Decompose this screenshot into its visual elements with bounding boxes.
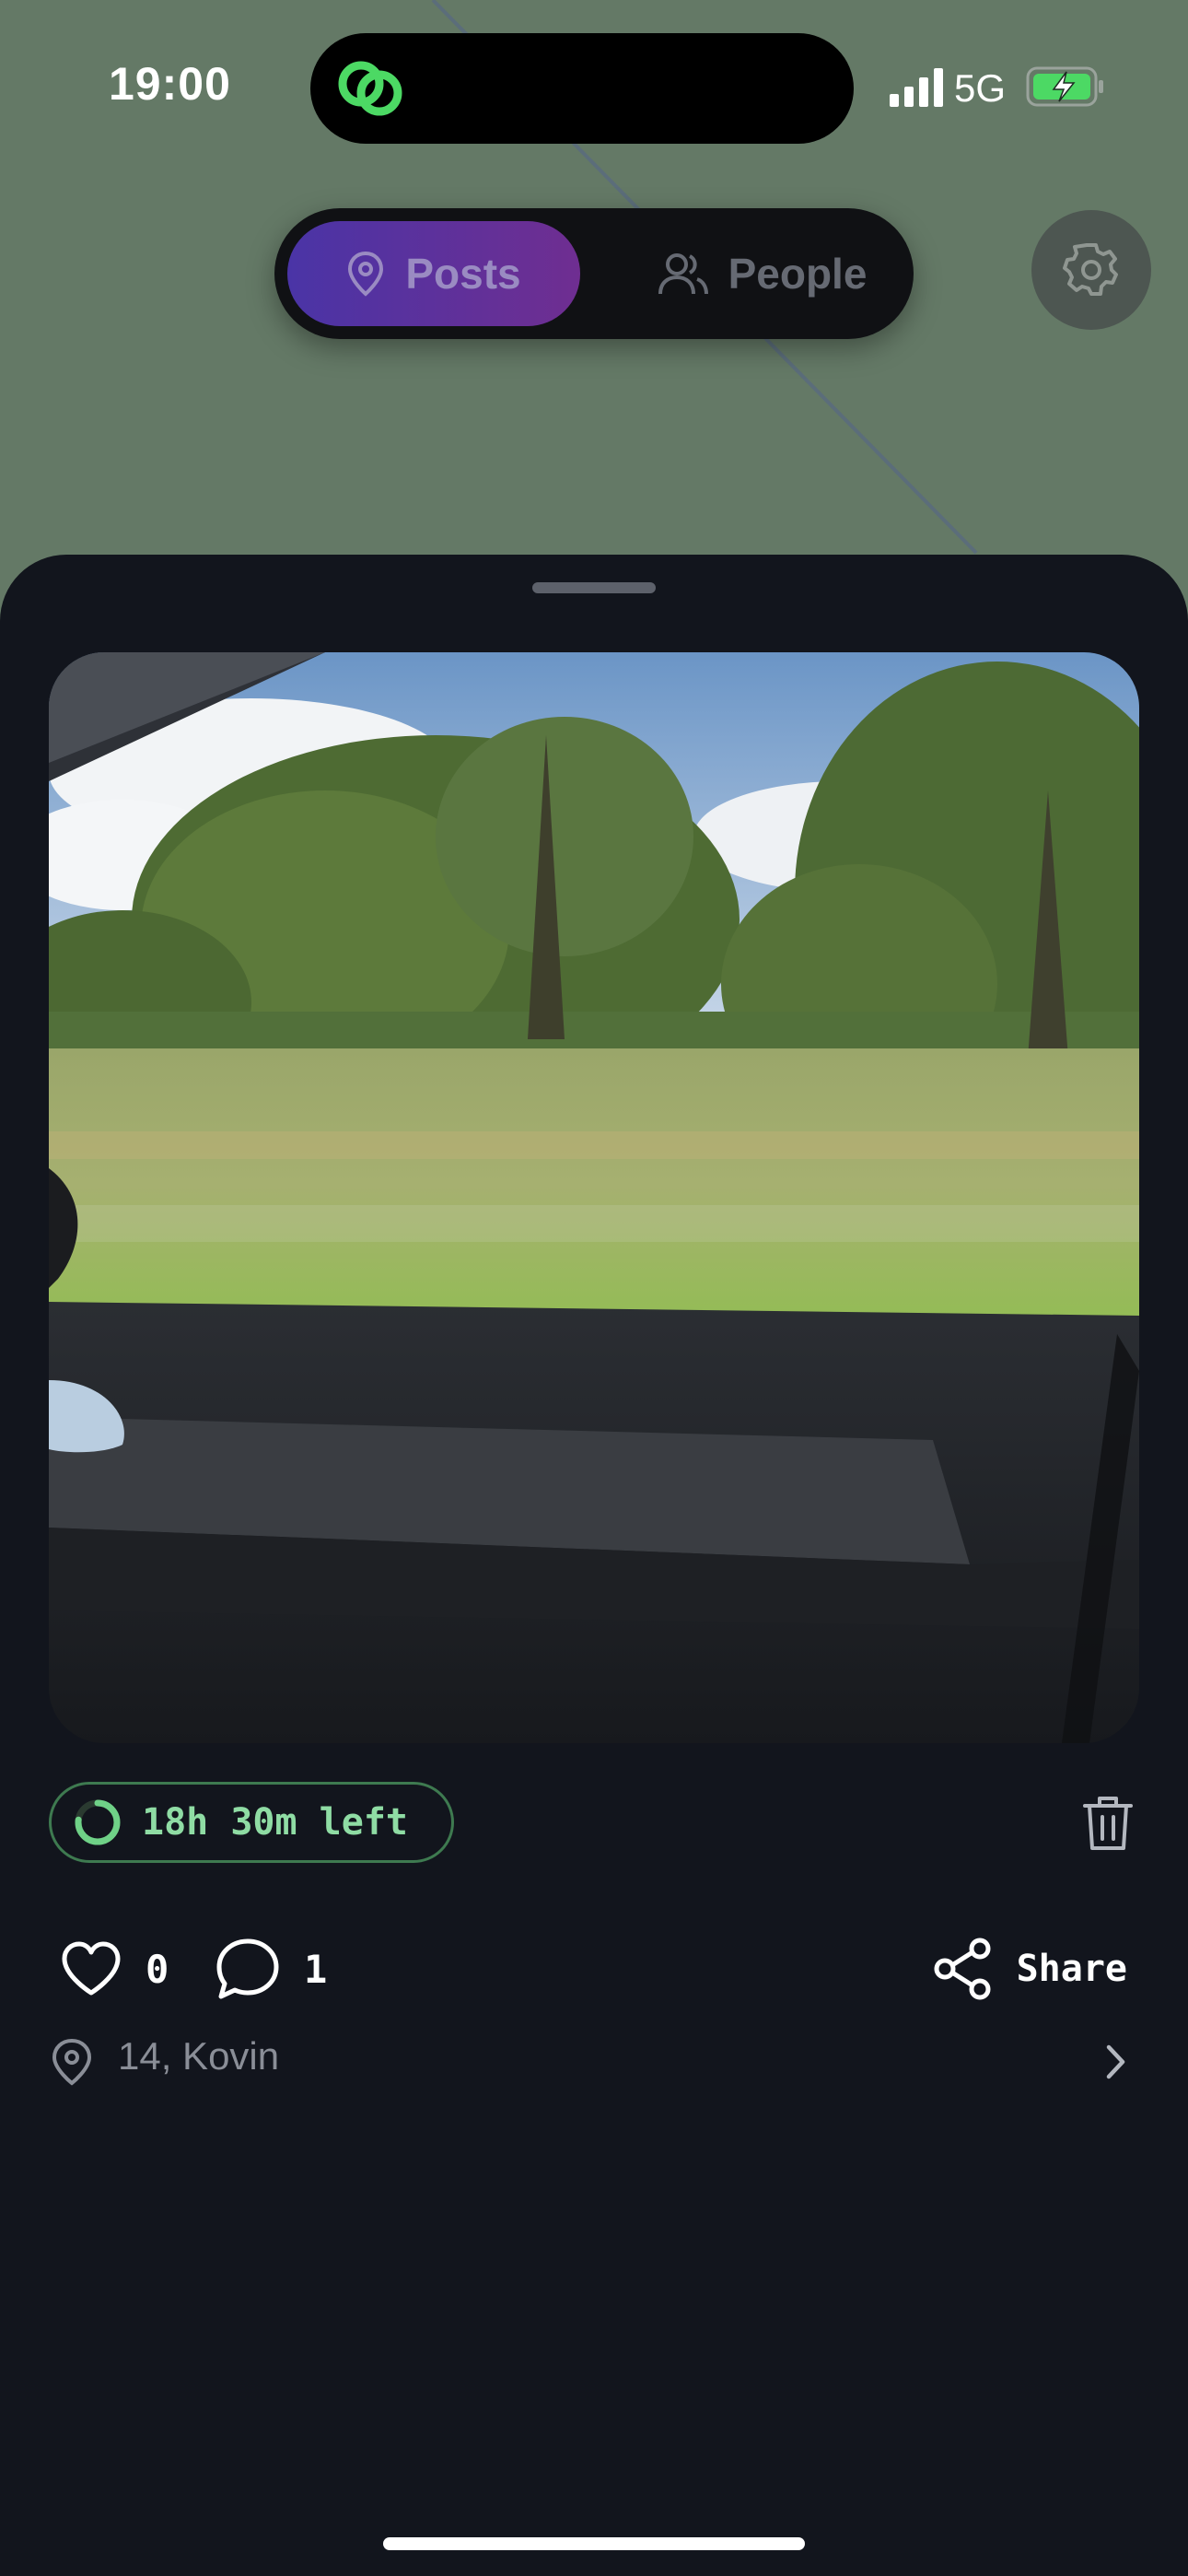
- share-icon: [934, 1938, 991, 2000]
- comment-button[interactable]: 1: [215, 1918, 327, 2020]
- sheet-drag-handle[interactable]: [532, 582, 656, 593]
- time-left-text: 18h 30m left: [142, 1801, 408, 1844]
- people-icon: [658, 253, 708, 295]
- share-button[interactable]: Share: [934, 1918, 1127, 2020]
- gear-icon: [1063, 243, 1118, 296]
- location-pin-icon: [348, 251, 384, 297]
- trash-icon[interactable]: [1077, 1793, 1138, 1854]
- post-photo-image: [49, 652, 1139, 1743]
- settings-button[interactable]: [1031, 210, 1151, 330]
- posts-people-toggle: Posts People: [274, 208, 914, 339]
- comment-count: 1: [304, 1946, 328, 1992]
- countdown-ring-icon: [75, 1799, 121, 1845]
- status-time: 19:00: [109, 58, 231, 110]
- share-label: Share: [1016, 1948, 1127, 1990]
- app-logo-icon: [338, 61, 402, 116]
- tab-posts[interactable]: Posts: [287, 221, 580, 326]
- signal-icon: [890, 68, 943, 107]
- post-detail-sheet: 18h 30m left 0 1 Share 14, Kovin: [0, 555, 1188, 2576]
- network-type: 5G: [954, 66, 1007, 110]
- like-button[interactable]: 0: [61, 1918, 169, 2020]
- post-actions: 0 1 Share: [0, 1918, 1188, 2020]
- battery-charging-icon: [1026, 66, 1103, 107]
- time-left-badge: 18h 30m left: [49, 1782, 454, 1863]
- tab-posts-label: Posts: [405, 250, 521, 298]
- comment-bubble-icon: [216, 1938, 279, 1999]
- post-photo[interactable]: [49, 652, 1139, 1743]
- like-count: 0: [146, 1946, 169, 1992]
- location-pin-icon: [52, 2038, 92, 2086]
- tab-people-label: People: [728, 250, 868, 298]
- dynamic-island: [310, 33, 854, 144]
- heart-icon: [62, 1941, 121, 1996]
- chevron-right-icon: [1106, 2044, 1125, 2079]
- home-indicator[interactable]: [383, 2537, 805, 2550]
- post-location-text: 14, Kovin: [118, 2034, 280, 2078]
- status-bar: 19:00 5G: [0, 0, 1188, 175]
- tab-people[interactable]: People: [624, 221, 901, 326]
- post-location-row[interactable]: 14, Kovin: [0, 2020, 1188, 2102]
